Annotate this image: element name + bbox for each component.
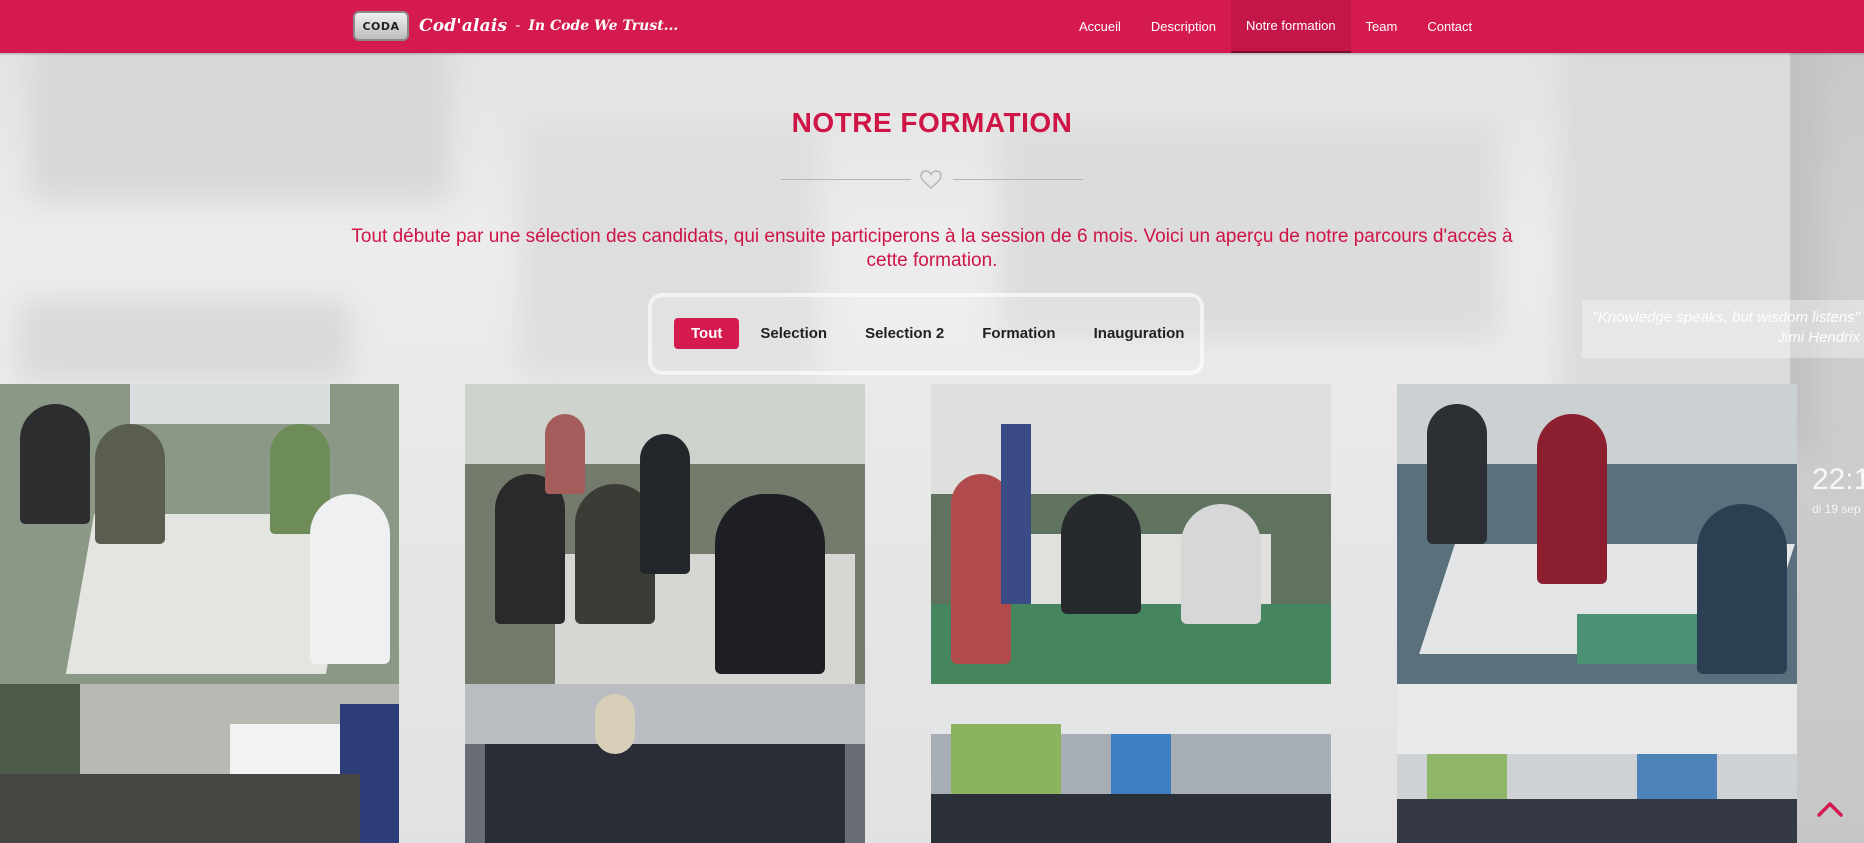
brand-tagline: In Code We Trust... — [528, 18, 679, 34]
photo-inauguration-1[interactable] — [465, 684, 865, 843]
photo-selection-4[interactable] — [1397, 384, 1797, 684]
filter-inauguration[interactable]: Inauguration — [1077, 318, 1202, 349]
brand[interactable]: CODA Cod'alais - In Code We Trust... — [353, 9, 678, 43]
heart-icon — [920, 170, 942, 189]
photo-selection-2[interactable] — [465, 384, 865, 684]
photo-inauguration-3[interactable] — [1397, 684, 1797, 843]
nav-item-contact[interactable]: Contact — [1412, 0, 1487, 53]
brand-logo[interactable]: CODA — [353, 11, 409, 41]
nav-item-team[interactable]: Team — [1351, 0, 1413, 53]
divider-line-right — [953, 179, 1083, 180]
background-quote: "Knowledge speaks, but wisdom listens" J… — [1582, 300, 1864, 358]
photo-selection-3[interactable] — [931, 384, 1331, 684]
nav-item-description[interactable]: Description — [1136, 0, 1231, 53]
divider-line-left — [781, 179, 911, 180]
photo-inauguration-2[interactable] — [931, 684, 1331, 843]
brand-logo-text: CODA — [362, 19, 400, 33]
main-nav: Accueil Description Notre formation Team… — [1064, 0, 1487, 53]
quote-text: "Knowledge speaks, but wisdom listens" — [1592, 309, 1860, 326]
chevron-up-icon[interactable] — [1816, 799, 1844, 819]
photo-formation-1[interactable] — [0, 684, 399, 843]
title-divider — [781, 170, 1083, 190]
nav-item-notre-formation[interactable]: Notre formation — [1230, 0, 1351, 53]
filter-formation[interactable]: Formation — [965, 318, 1072, 349]
filter-selection[interactable]: Selection — [743, 318, 844, 349]
photo-selection-1[interactable] — [0, 384, 399, 684]
filter-tout[interactable]: Tout — [674, 318, 740, 349]
filter-selection-2[interactable]: Selection 2 — [848, 318, 961, 349]
nav-item-accueil[interactable]: Accueil — [1064, 0, 1136, 53]
brand-separator: - — [515, 18, 521, 34]
quote-author: Jimi Hendrix — [1777, 329, 1860, 346]
gallery-filters: Tout Selection Selection 2 Formation Ina… — [674, 318, 1201, 349]
section-title: NOTRE FORMATION — [791, 107, 1073, 138]
brand-name: Cod'alais — [419, 16, 508, 36]
section-intro: Tout débute par une sélection des candid… — [351, 226, 1513, 271]
top-navbar: CODA Cod'alais - In Code We Trust... Acc… — [0, 0, 1864, 53]
photo-gallery — [0, 384, 1864, 843]
